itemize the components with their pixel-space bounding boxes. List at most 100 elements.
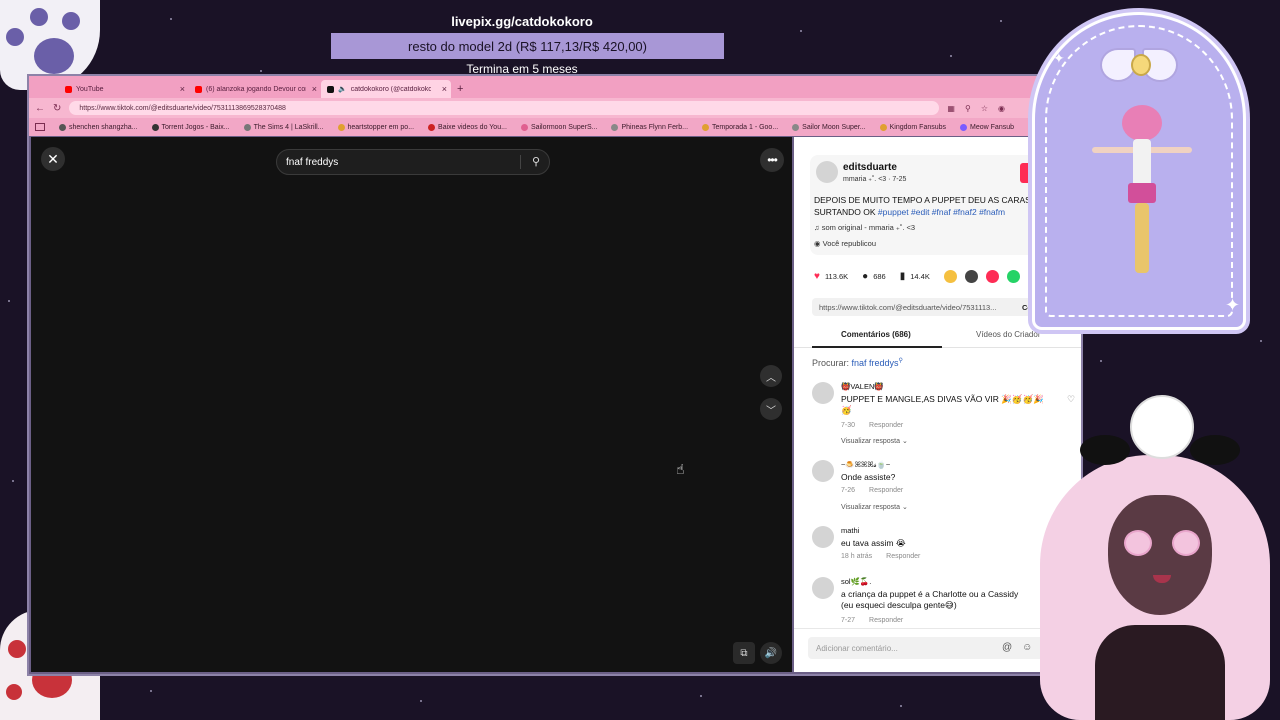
close-tab-icon[interactable]: × <box>312 84 317 94</box>
comment-search-suggestion[interactable]: Procurar: fnaf freddys⚲ <box>812 357 903 368</box>
extensions-icon[interactable]: ⚲ <box>965 104 971 113</box>
close-video-button[interactable]: ✕ <box>41 147 65 171</box>
bookmark-item[interactable]: Sailor Moon Super... <box>792 123 866 131</box>
previous-video-button[interactable]: ︿ <box>760 365 782 387</box>
search-divider <box>520 155 521 169</box>
copy-link-button[interactable]: Co <box>1022 303 1032 312</box>
bookmarks-bar: shenchen shangzha... Torrent Jogos - Bai… <box>29 118 1081 136</box>
more-options-button[interactable]: ••• <box>760 148 784 172</box>
commenter-name[interactable]: 👹VALEN👹 <box>841 382 884 391</box>
comment-meta: 18 h atrás Responder <box>841 553 921 560</box>
comment-text: eu tava assim 😭 <box>841 538 906 548</box>
tab-alanzoka[interactable]: (6) alanzoka jogando Devour com × <box>189 80 321 98</box>
view-replies-button[interactable]: Visualizar resposta ⌄ <box>841 437 908 445</box>
profile-icon[interactable]: ◉ <box>998 104 1005 113</box>
new-tab-button[interactable]: + <box>457 80 463 98</box>
engagement-stats: ♥ 113.6K ● 686 ▮ 14.4K <box>814 270 1020 283</box>
author-name[interactable]: editsduarte <box>843 162 897 173</box>
tab-comments[interactable]: Comentários (686) <box>841 330 911 339</box>
like-button[interactable]: ♥ 113.6K <box>814 271 848 282</box>
video-player[interactable]: ✕ fnaf freddys ⚲ ••• ︿ ﹀ ⧉ 🔊 ☝ <box>31 137 792 672</box>
translate-icon[interactable]: ▦ <box>947 104 955 113</box>
bookmark-item[interactable]: heartstopper em po... <box>337 123 414 131</box>
music-info[interactable]: ♫ som original - mmaria ₊˚. <3 <box>814 223 915 232</box>
comment-meta: 7-26 Responder <box>841 487 904 494</box>
pip-icon: ⧉ <box>740 647 748 659</box>
heart-icon: ♥ <box>814 271 820 282</box>
search-input-value: fnaf freddys <box>286 156 339 168</box>
embed-code-icon[interactable] <box>964 270 978 283</box>
author-avatar[interactable] <box>816 161 838 183</box>
author-subtitle: mmaria ₊˚. <3 · 7-25 <box>843 176 907 183</box>
bookmark-item[interactable]: Baixe videos do You... <box>428 123 507 131</box>
commenter-avatar[interactable] <box>812 460 834 482</box>
hashtags[interactable]: #puppet #edit #fnaf #fnaf2 #fnafm <box>878 207 1005 217</box>
save-button[interactable]: ▮ 14.4K <box>900 271 930 282</box>
bookmark-item[interactable]: shenchen shangzha... <box>59 123 138 131</box>
back-arrow-icon[interactable]: ← <box>35 103 45 114</box>
view-replies-button[interactable]: Visualizar resposta ⌄ <box>841 503 908 511</box>
search-input[interactable]: fnaf freddys ⚲ <box>276 149 550 175</box>
donation-goal-text: resto do model 2d (R$ 117,13/R$ 420,00) <box>408 38 647 54</box>
video-link-field[interactable]: https://www.tiktok.com/@editsduarte/vide… <box>812 298 1044 316</box>
chevron-down-icon: ﹀ <box>766 405 776 417</box>
bookmark-item[interactable]: Torrent Jogos - Baix... <box>151 123 230 131</box>
music-note-icon: ♫ <box>814 223 820 232</box>
tab-youtube[interactable]: YouTube × <box>59 80 189 98</box>
volume-button[interactable]: 🔊 <box>760 642 782 664</box>
reply-button[interactable]: Responder <box>869 422 903 429</box>
commenter-avatar[interactable] <box>812 577 834 599</box>
reply-button[interactable]: Responder <box>869 487 903 494</box>
address-bar[interactable]: https://www.tiktok.com/@editsduarte/vide… <box>69 101 940 115</box>
mention-icon[interactable]: @ <box>1002 642 1012 653</box>
bookmark-icon: ▮ <box>899 271 906 282</box>
commenter-avatar[interactable] <box>812 526 834 548</box>
comment-meta: 7-30 Responder <box>841 422 904 429</box>
address-bar-url: https://www.tiktok.com/@editsduarte/vide… <box>79 104 286 112</box>
video-description: DEPOIS DE MUITO TEMPO A PUPPET DEU AS CA… <box>814 195 1031 217</box>
bookmark-item[interactable]: Phineas Flynn Ferb... <box>611 123 688 131</box>
tab-label: YouTube <box>76 85 104 93</box>
bookmark-star-icon[interactable]: ☆ <box>981 104 988 113</box>
bookmarks-icon[interactable] <box>35 123 45 131</box>
video-info-card: editsduarte mmaria ₊˚. <3 · 7-25 DEPOIS … <box>810 155 1050 255</box>
tab-bar: YouTube × (6) alanzoka jogando Devour co… <box>29 76 1081 98</box>
commenter-name[interactable]: sol🌿🍒. <box>841 577 871 586</box>
bookmark-item[interactable]: The Sims 4 | LaSkrill... <box>243 123 324 131</box>
bookmark-item[interactable]: Temporada 1 - Goo... <box>702 123 778 131</box>
active-tab-indicator <box>812 346 942 348</box>
close-tab-icon[interactable]: × <box>180 84 185 94</box>
bow-decoration <box>1100 40 1178 90</box>
tab-creator-videos[interactable]: Vídeos do Criador <box>976 330 1040 339</box>
close-tab-icon[interactable]: × <box>442 84 447 94</box>
bookmark-item[interactable]: Kingdom Fansubs <box>879 123 946 131</box>
search-icon[interactable]: ⚲ <box>532 155 540 168</box>
tab-tiktok[interactable]: 🔈 catdokokoro (@catdokokoro × <box>321 80 451 98</box>
reply-button[interactable]: Responder <box>869 617 903 624</box>
whatsapp-icon[interactable] <box>1006 270 1020 283</box>
commenter-avatar[interactable] <box>812 382 834 404</box>
search-icon: ⚲ <box>898 358 903 364</box>
comment-text: PUPPET E MANGLE,AS DIVAS VÃO VIR 🎉🥳🥳🎉 🥳 <box>841 394 1044 415</box>
tab-label: (6) alanzoka jogando Devour com <box>206 85 306 93</box>
share-coin-icon[interactable] <box>943 270 957 283</box>
commenter-name[interactable]: ~🍮ꕤꕤꕤ𝓼🍵~ <box>841 460 890 470</box>
donation-url: livepix.gg/catdokokoro <box>451 14 593 29</box>
reload-icon[interactable]: ↻ <box>53 103 61 114</box>
comment-icon: ● <box>862 271 869 282</box>
bookmark-item[interactable]: Meow Fansub <box>960 123 1014 131</box>
repost-icon: ◉ <box>814 239 821 248</box>
comment-button[interactable]: ● 686 <box>862 271 886 282</box>
bookmark-item[interactable]: Sailormoon SuperS... <box>520 123 597 131</box>
repost-info: ◉ Você republicou <box>814 239 877 248</box>
send-icon[interactable] <box>985 270 999 283</box>
floating-player-button[interactable]: ⧉ <box>733 642 755 664</box>
sparkle-icon: ✦ <box>1225 295 1241 315</box>
tab-label: catdokokoro (@catdokokoro <box>350 85 431 93</box>
more-dots-icon: ••• <box>767 153 778 167</box>
model-preview-frame: ✦ ✦ <box>1032 12 1246 330</box>
commenter-name[interactable]: mathi <box>841 526 859 535</box>
next-video-button[interactable]: ﹀ <box>760 398 782 420</box>
reply-button[interactable]: Responder <box>886 553 920 560</box>
3d-model-figure <box>1092 105 1192 285</box>
